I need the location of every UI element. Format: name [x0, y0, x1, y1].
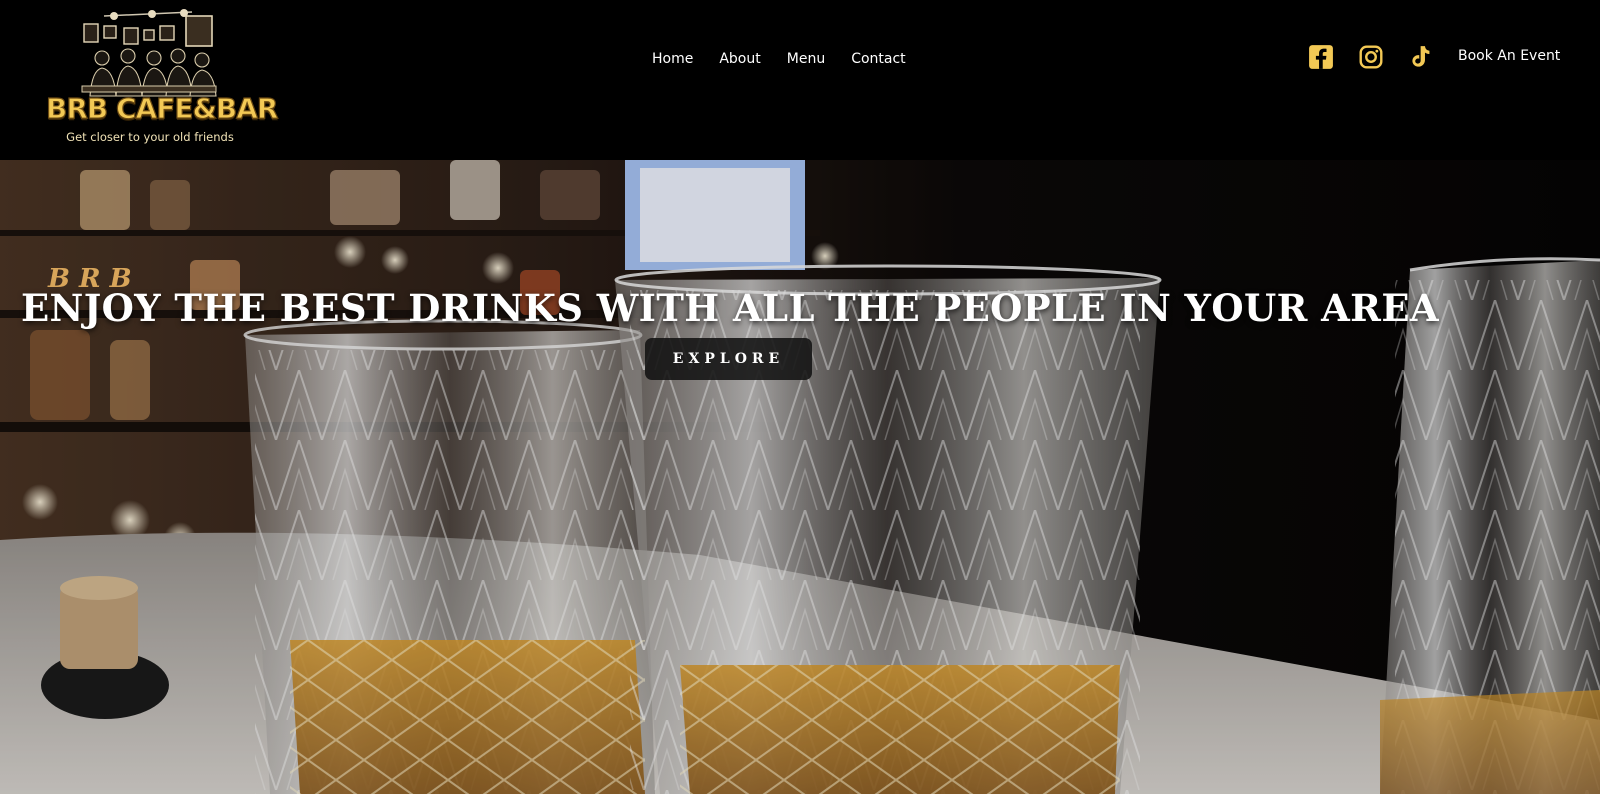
tiktok-icon[interactable]	[1407, 44, 1433, 70]
main-nav: Home About Menu Contact	[652, 46, 906, 72]
logo-tagline: Get closer to your old friends	[66, 130, 234, 144]
explore-button[interactable]: EXPLORE	[645, 338, 812, 380]
hero-content: BRB ENJOY THE BEST DRINKS WITH ALL THE P…	[0, 160, 1600, 794]
nav-home-link[interactable]: Home	[652, 51, 693, 67]
logo-wordmark: BRB CAFE&BAR	[45, 91, 279, 125]
nav-menu-link[interactable]: Menu	[787, 51, 825, 67]
brand-logo[interactable]: BRB CAFE&BAR Get closer to your old frie…	[44, 6, 279, 148]
nav-about-link[interactable]: About	[719, 51, 760, 67]
hero-section: BRB ENJOY THE BEST DRINKS WITH ALL THE P…	[0, 160, 1600, 794]
instagram-icon[interactable]	[1358, 44, 1384, 70]
hero-headline: ENJOY THE BEST DRINKS WITH ALL THE PEOPL…	[20, 286, 1440, 330]
logo-illustration	[81, 9, 217, 97]
book-event-link[interactable]: Book An Event	[1458, 48, 1560, 64]
facebook-icon[interactable]	[1308, 44, 1334, 70]
nav-contact-link[interactable]: Contact	[851, 51, 905, 67]
site-header: BRB CAFE&BAR Get closer to your old frie…	[0, 0, 1600, 160]
